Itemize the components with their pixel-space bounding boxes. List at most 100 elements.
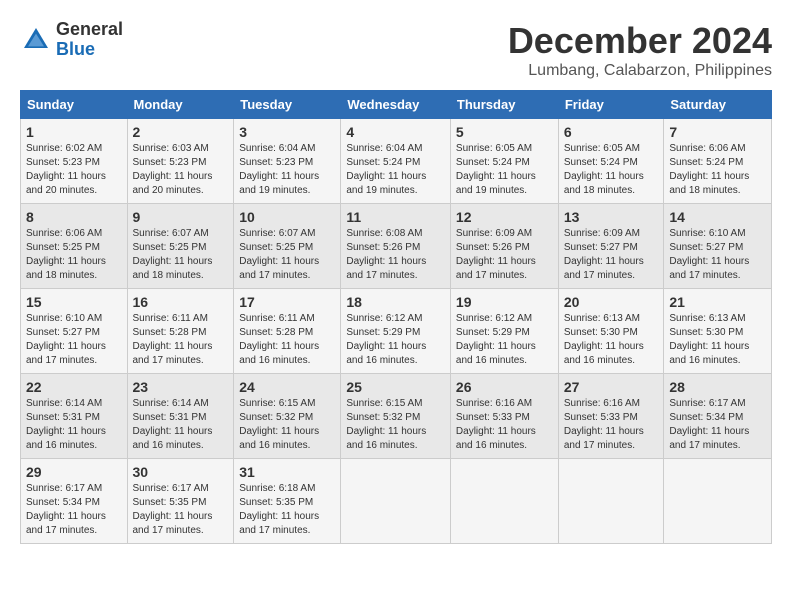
calendar-cell: 2 Sunrise: 6:03 AMSunset: 5:23 PMDaylight… <box>127 119 234 204</box>
calendar-cell: 1Sunrise: 6:02 AMSunset: 5:23 PMDaylight… <box>21 119 128 204</box>
header-monday: Monday <box>127 91 234 119</box>
calendar-cell: 6 Sunrise: 6:05 AMSunset: 5:24 PMDaylight… <box>558 119 664 204</box>
location: Lumbang, Calabarzon, Philippines <box>508 62 772 80</box>
day-number: 14 <box>669 209 766 225</box>
day-info: Sunrise: 6:12 AMSunset: 5:29 PMDaylight:… <box>346 312 445 368</box>
day-info: Sunrise: 6:16 AMSunset: 5:33 PMDaylight:… <box>564 397 659 453</box>
day-number: 7 <box>669 124 766 140</box>
calendar-cell <box>558 459 664 544</box>
header-friday: Friday <box>558 91 664 119</box>
day-number: 19 <box>456 294 553 310</box>
day-number: 10 <box>239 209 335 225</box>
day-info: Sunrise: 6:07 AMSunset: 5:25 PMDaylight:… <box>133 227 229 283</box>
day-number: 27 <box>564 379 659 395</box>
page-header: General Blue December 2024 Lumbang, Cala… <box>20 20 772 80</box>
day-number: 13 <box>564 209 659 225</box>
day-number: 30 <box>133 464 229 480</box>
calendar-week-1: 1Sunrise: 6:02 AMSunset: 5:23 PMDaylight… <box>21 119 772 204</box>
day-info: Sunrise: 6:05 AMSunset: 5:24 PMDaylight:… <box>564 142 659 198</box>
day-info: Sunrise: 6:10 AMSunset: 5:27 PMDaylight:… <box>669 227 766 283</box>
day-number: 28 <box>669 379 766 395</box>
calendar-cell: 25Sunrise: 6:15 AMSunset: 5:32 PMDayligh… <box>341 374 451 459</box>
day-number: 15 <box>26 294 122 310</box>
day-number: 16 <box>133 294 229 310</box>
day-info: Sunrise: 6:17 AMSunset: 5:34 PMDaylight:… <box>669 397 766 453</box>
day-info: Sunrise: 6:04 AMSunset: 5:24 PMDaylight:… <box>346 142 445 198</box>
calendar-cell: 10 Sunrise: 6:07 AMSunset: 5:25 PMDayligh… <box>234 204 341 289</box>
calendar-cell: 7 Sunrise: 6:06 AMSunset: 5:24 PMDaylight… <box>664 119 772 204</box>
calendar-cell: 4Sunrise: 6:04 AMSunset: 5:24 PMDaylight… <box>341 119 451 204</box>
day-info: Sunrise: 6:08 AMSunset: 5:26 PMDaylight:… <box>346 227 445 283</box>
day-info: Sunrise: 6:06 AMSunset: 5:25 PMDaylight:… <box>26 227 122 283</box>
logo-blue: Blue <box>56 40 123 60</box>
calendar-cell: 8 Sunrise: 6:06 AMSunset: 5:25 PMDaylight… <box>21 204 128 289</box>
calendar-cell: 29 Sunrise: 6:17 AMSunset: 5:34 PMDayligh… <box>21 459 128 544</box>
logo-text: General Blue <box>56 20 123 60</box>
day-info: Sunrise: 6:18 AMSunset: 5:35 PMDaylight:… <box>239 482 335 538</box>
calendar-week-2: 8 Sunrise: 6:06 AMSunset: 5:25 PMDaylight… <box>21 204 772 289</box>
day-number: 8 <box>26 209 122 225</box>
day-number: 11 <box>346 209 445 225</box>
calendar-cell: 5Sunrise: 6:05 AMSunset: 5:24 PMDaylight… <box>450 119 558 204</box>
calendar-cell: 23 Sunrise: 6:14 AMSunset: 5:31 PMDayligh… <box>127 374 234 459</box>
calendar-cell <box>341 459 451 544</box>
day-info: Sunrise: 6:07 AMSunset: 5:25 PMDaylight:… <box>239 227 335 283</box>
calendar-table: SundayMondayTuesdayWednesdayThursdayFrid… <box>20 90 772 544</box>
day-info: Sunrise: 6:03 AMSunset: 5:23 PMDaylight:… <box>133 142 229 198</box>
logo-icon <box>20 24 52 56</box>
day-number: 26 <box>456 379 553 395</box>
day-number: 20 <box>564 294 659 310</box>
day-number: 5 <box>456 124 553 140</box>
title-block: December 2024 Lumbang, Calabarzon, Phili… <box>508 20 772 80</box>
header-thursday: Thursday <box>450 91 558 119</box>
day-number: 23 <box>133 379 229 395</box>
day-info: Sunrise: 6:15 AMSunset: 5:32 PMDaylight:… <box>239 397 335 453</box>
header-tuesday: Tuesday <box>234 91 341 119</box>
calendar-cell: 24Sunrise: 6:15 AMSunset: 5:32 PMDayligh… <box>234 374 341 459</box>
day-number: 6 <box>564 124 659 140</box>
logo-general: General <box>56 20 123 40</box>
logo: General Blue <box>20 20 123 60</box>
day-number: 18 <box>346 294 445 310</box>
calendar-cell: 20Sunrise: 6:13 AMSunset: 5:30 PMDayligh… <box>558 289 664 374</box>
calendar-cell: 27 Sunrise: 6:16 AMSunset: 5:33 PMDayligh… <box>558 374 664 459</box>
calendar-cell <box>450 459 558 544</box>
day-number: 29 <box>26 464 122 480</box>
day-info: Sunrise: 6:02 AMSunset: 5:23 PMDaylight:… <box>26 142 122 198</box>
day-info: Sunrise: 6:06 AMSunset: 5:24 PMDaylight:… <box>669 142 766 198</box>
day-number: 12 <box>456 209 553 225</box>
calendar-week-5: 29 Sunrise: 6:17 AMSunset: 5:34 PMDayligh… <box>21 459 772 544</box>
calendar-cell: 30Sunrise: 6:17 AMSunset: 5:35 PMDayligh… <box>127 459 234 544</box>
calendar-cell: 19 Sunrise: 6:12 AMSunset: 5:29 PMDayligh… <box>450 289 558 374</box>
calendar-cell: 31 Sunrise: 6:18 AMSunset: 5:35 PMDayligh… <box>234 459 341 544</box>
header-wednesday: Wednesday <box>341 91 451 119</box>
day-info: Sunrise: 6:17 AMSunset: 5:34 PMDaylight:… <box>26 482 122 538</box>
day-number: 17 <box>239 294 335 310</box>
calendar-cell: 16 Sunrise: 6:11 AMSunset: 5:28 PMDayligh… <box>127 289 234 374</box>
day-info: Sunrise: 6:11 AMSunset: 5:28 PMDaylight:… <box>133 312 229 368</box>
day-number: 9 <box>133 209 229 225</box>
day-info: Sunrise: 6:13 AMSunset: 5:30 PMDaylight:… <box>669 312 766 368</box>
day-number: 31 <box>239 464 335 480</box>
day-number: 2 <box>133 124 229 140</box>
calendar-cell: 9 Sunrise: 6:07 AMSunset: 5:25 PMDaylight… <box>127 204 234 289</box>
header-sunday: Sunday <box>21 91 128 119</box>
day-info: Sunrise: 6:10 AMSunset: 5:27 PMDaylight:… <box>26 312 122 368</box>
day-info: Sunrise: 6:11 AMSunset: 5:28 PMDaylight:… <box>239 312 335 368</box>
day-info: Sunrise: 6:09 AMSunset: 5:26 PMDaylight:… <box>456 227 553 283</box>
calendar-cell: 21 Sunrise: 6:13 AMSunset: 5:30 PMDayligh… <box>664 289 772 374</box>
header-saturday: Saturday <box>664 91 772 119</box>
calendar-cell: 17 Sunrise: 6:11 AMSunset: 5:28 PMDayligh… <box>234 289 341 374</box>
calendar-header-row: SundayMondayTuesdayWednesdayThursdayFrid… <box>21 91 772 119</box>
calendar-cell: 18 Sunrise: 6:12 AMSunset: 5:29 PMDayligh… <box>341 289 451 374</box>
calendar-cell <box>664 459 772 544</box>
calendar-cell: 11 Sunrise: 6:08 AMSunset: 5:26 PMDayligh… <box>341 204 451 289</box>
day-number: 21 <box>669 294 766 310</box>
day-info: Sunrise: 6:16 AMSunset: 5:33 PMDaylight:… <box>456 397 553 453</box>
day-info: Sunrise: 6:14 AMSunset: 5:31 PMDaylight:… <box>133 397 229 453</box>
day-info: Sunrise: 6:12 AMSunset: 5:29 PMDaylight:… <box>456 312 553 368</box>
calendar-cell: 14 Sunrise: 6:10 AMSunset: 5:27 PMDayligh… <box>664 204 772 289</box>
calendar-cell: 28 Sunrise: 6:17 AMSunset: 5:34 PMDayligh… <box>664 374 772 459</box>
calendar-cell: 12 Sunrise: 6:09 AMSunset: 5:26 PMDayligh… <box>450 204 558 289</box>
day-info: Sunrise: 6:09 AMSunset: 5:27 PMDaylight:… <box>564 227 659 283</box>
